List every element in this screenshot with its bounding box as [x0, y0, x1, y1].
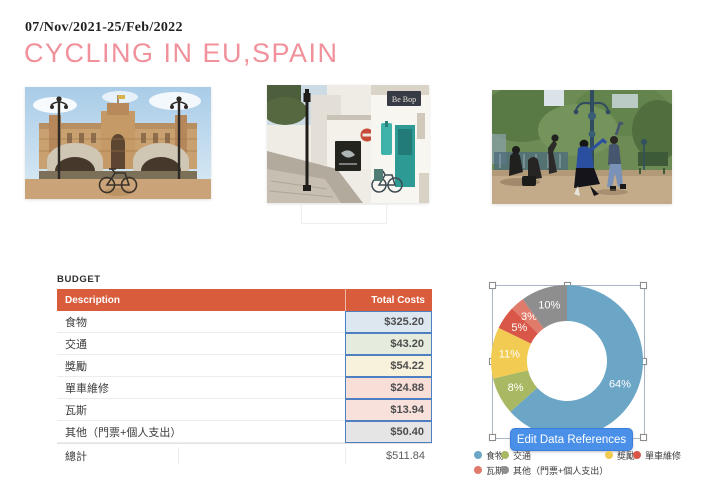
legend-color-dot: [501, 466, 509, 474]
cell-divider: [345, 447, 346, 464]
row-description: 瓦斯: [65, 399, 87, 421]
photo-reflection: [301, 204, 387, 224]
legend-color-dot: [633, 451, 641, 459]
column-header-total-costs[interactable]: Total Costs: [345, 289, 432, 311]
slide-canvas: 07/Nov/2021-25/Feb/2022 CYCLING IN EU,SP…: [0, 0, 720, 490]
legend-color-dot: [605, 451, 613, 459]
budget-total-row[interactable]: 總計 $511.84: [57, 443, 432, 467]
row-description: 交通: [65, 333, 87, 355]
legend-item: 其他（門票+個人支出）: [501, 464, 608, 476]
slice-percent-label: 64%: [609, 379, 631, 391]
row-description: 單車維修: [65, 377, 109, 399]
budget-table-header: Description Total Costs: [57, 289, 432, 311]
slice-percent-label: 8%: [508, 382, 524, 394]
budget-table-row[interactable]: 單車維修 $24.88: [57, 377, 432, 399]
legend-label: 其他（門票+個人支出）: [513, 464, 608, 477]
slice-percent-label: 11%: [499, 349, 520, 361]
slice-percent-label: 5%: [511, 322, 527, 334]
row-description: 食物: [65, 311, 87, 333]
legend-item: 交通: [501, 449, 531, 461]
row-total-cost-cell[interactable]: $24.88: [345, 377, 432, 399]
row-description: 其他（門票+個人支出）: [65, 421, 181, 443]
row-total-cost-cell[interactable]: $13.94: [345, 399, 432, 421]
total-row-value: $511.84: [386, 444, 425, 467]
legend-item: 獎勵: [605, 449, 635, 461]
row-description: 獎勵: [65, 355, 87, 377]
budget-table-row[interactable]: 食物 $325.20: [57, 311, 432, 333]
budget-table-row[interactable]: 其他（門票+個人支出） $50.40: [57, 421, 432, 443]
page-title: CYCLING IN EU,SPAIN: [24, 38, 339, 69]
legend-label: 交通: [513, 449, 531, 462]
date-range-text: 07/Nov/2021-25/Feb/2022: [25, 20, 183, 36]
column-header-description[interactable]: Description: [57, 289, 345, 311]
budget-donut-chart[interactable]: 64%8%11%5%3%10%: [487, 281, 647, 441]
total-row-label: 總計: [65, 444, 87, 467]
plaza-de-espana-photo[interactable]: [25, 87, 211, 199]
row-total-cost-cell[interactable]: $325.20: [345, 311, 432, 333]
row-total-cost-cell[interactable]: $54.22: [345, 355, 432, 377]
row-total-cost-cell[interactable]: $43.20: [345, 333, 432, 355]
legend-color-dot: [474, 451, 482, 459]
cell-divider: [178, 447, 179, 464]
svg-text:Be Bop: Be Bop: [392, 95, 416, 104]
legend-item: 瓦斯: [474, 464, 504, 476]
slice-percent-label: 10%: [538, 300, 560, 312]
white-street-photo[interactable]: Be Bop: [267, 85, 429, 203]
chart-legend[interactable]: 食物交通 獎勵單車維修瓦斯其他（門票+個人支出）: [470, 449, 720, 481]
budget-table-row[interactable]: 瓦斯 $13.94: [57, 399, 432, 421]
park-dancers-photo[interactable]: [492, 90, 672, 204]
row-total-cost-cell[interactable]: $50.40: [345, 421, 432, 443]
legend-color-dot: [501, 451, 509, 459]
legend-item: 食物: [474, 449, 504, 461]
budget-table-row[interactable]: 獎勵 $54.22: [57, 355, 432, 377]
legend-color-dot: [474, 466, 482, 474]
legend-label: 單車維修: [645, 449, 681, 462]
legend-item: 單車維修: [633, 449, 681, 461]
budget-table-row[interactable]: 交通 $43.20: [57, 333, 432, 355]
budget-section-label: BUDGET: [57, 274, 101, 285]
